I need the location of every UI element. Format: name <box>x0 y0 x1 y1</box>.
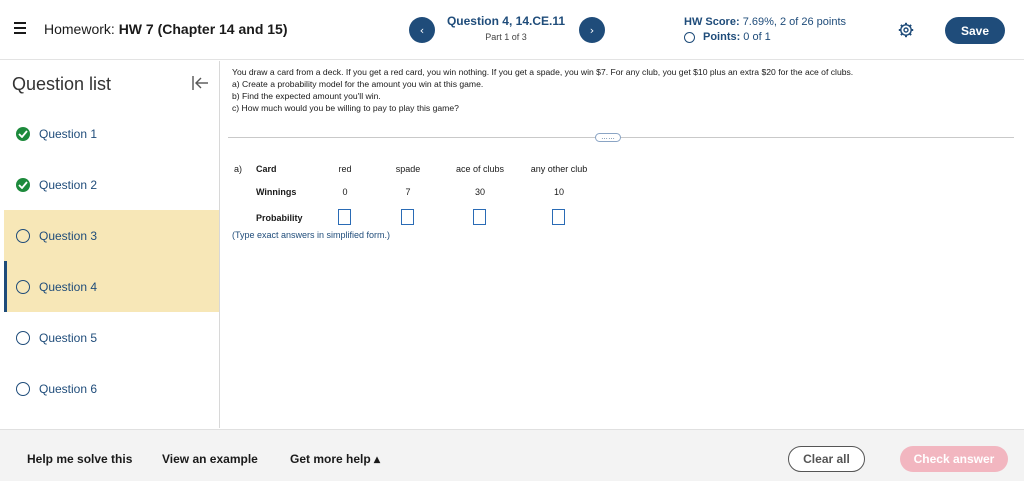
prompt-line: b) Find the expected amount you'll win. <box>232 91 381 101</box>
table-cell: 7 <box>405 187 411 197</box>
menu-icon[interactable] <box>14 22 26 34</box>
clear-all-button[interactable]: Clear all <box>788 446 865 472</box>
table-header-cell: red <box>338 164 352 174</box>
unanswered-circle-icon <box>16 228 30 243</box>
help-me-solve-button[interactable]: Help me solve this <box>27 452 132 466</box>
answer-format-hint: (Type exact answers in simplified form.) <box>232 230 391 240</box>
question-list-label: Question 5 <box>39 330 98 345</box>
hw-score-value: 7.69%, 2 of 26 points <box>742 16 847 28</box>
unanswered-circle-icon <box>16 330 30 345</box>
check-answer-button[interactable]: Check answer <box>900 446 1008 472</box>
expand-more-button[interactable]: …… <box>595 133 621 142</box>
question-list-item-2[interactable]: Question 2 <box>4 159 219 210</box>
question-list-label: Question 2 <box>39 177 98 192</box>
question-list-panel: Question list Question 1 Question 2 Ques… <box>0 61 220 428</box>
question-list-item-3[interactable]: Question 3 <box>4 210 219 261</box>
question-list-item-5[interactable]: Question 5 <box>4 312 219 363</box>
table-header-cell: ace of clubs <box>455 164 505 174</box>
get-more-help-button[interactable]: Get more help ▴ <box>290 452 380 466</box>
question-list-item-1[interactable]: Question 1 <box>4 108 219 159</box>
collapse-panel-icon[interactable] <box>191 75 209 91</box>
probability-input-ace-of-clubs[interactable] <box>473 209 486 225</box>
section-divider <box>228 137 1014 138</box>
points-display: Points: 0 of 1 <box>684 31 771 43</box>
unanswered-circle-icon <box>16 279 30 294</box>
prompt-line: c) How much would you be willing to pay … <box>232 103 459 113</box>
question-list-label: Question 6 <box>39 381 98 396</box>
question-list-title: Question list <box>12 74 112 94</box>
part-label: a) <box>234 164 243 174</box>
question-content: You draw a card from a deck. If you get … <box>232 66 1002 114</box>
completed-check-icon <box>16 177 30 192</box>
question-list-label: Question 3 <box>39 228 98 243</box>
probability-input-other-club[interactable] <box>552 209 565 225</box>
completed-check-icon <box>16 126 30 141</box>
top-bar: Homework: HW 7 (Chapter 14 and 15) ‹ Que… <box>0 0 1024 60</box>
table-cell: 30 <box>474 187 485 197</box>
points-status-icon <box>684 31 695 43</box>
table-cell: 10 <box>553 187 564 197</box>
winnings-row-label: Winnings <box>256 187 297 197</box>
question-list-label: Question 1 <box>39 126 98 141</box>
probability-input-spade[interactable] <box>401 209 414 225</box>
prompt-line: a) Create a probability model for the am… <box>232 79 484 89</box>
homework-prefix: Homework: <box>44 21 115 37</box>
question-list-item-6[interactable]: Question 6 <box>4 363 219 414</box>
table-cell: 0 <box>342 187 348 197</box>
save-button[interactable]: Save <box>945 17 1005 44</box>
homework-name: HW 7 (Chapter 14 and 15) <box>118 21 288 37</box>
homework-title: Homework: HW 7 (Chapter 14 and 15) <box>44 21 288 37</box>
probability-row-label: Probability <box>256 213 303 223</box>
question-part: Part 1 of 3 <box>485 32 527 42</box>
table-header-cell: spade <box>395 164 421 174</box>
hw-score: HW Score: 7.69%, 2 of 26 points <box>684 16 846 28</box>
previous-question-button[interactable]: ‹ <box>409 17 435 43</box>
next-question-button[interactable]: › <box>579 17 605 43</box>
points-label: Points: <box>703 31 741 43</box>
bottom-toolbar: Help me solve this View an example Get m… <box>0 429 1024 481</box>
prompt-line: You draw a card from a deck. If you get … <box>232 67 854 77</box>
points-value: 0 of 1 <box>743 31 771 43</box>
settings-gear-icon[interactable] <box>898 22 914 38</box>
card-row-label: Card <box>256 164 277 174</box>
table-header-cell: any other club <box>530 164 588 174</box>
question-list-item-4[interactable]: Question 4 <box>4 261 219 312</box>
probability-input-red[interactable] <box>338 209 351 225</box>
question-prompt: You draw a card from a deck. If you get … <box>232 66 1002 114</box>
hw-score-label: HW Score: <box>684 16 740 28</box>
unanswered-circle-icon <box>16 381 30 396</box>
question-title: Question 4, 14.CE.11 <box>446 14 566 28</box>
question-header: Question 4, 14.CE.11 Part 1 of 3 <box>438 14 574 42</box>
view-example-button[interactable]: View an example <box>162 452 258 466</box>
question-list-label: Question 4 <box>39 279 98 294</box>
